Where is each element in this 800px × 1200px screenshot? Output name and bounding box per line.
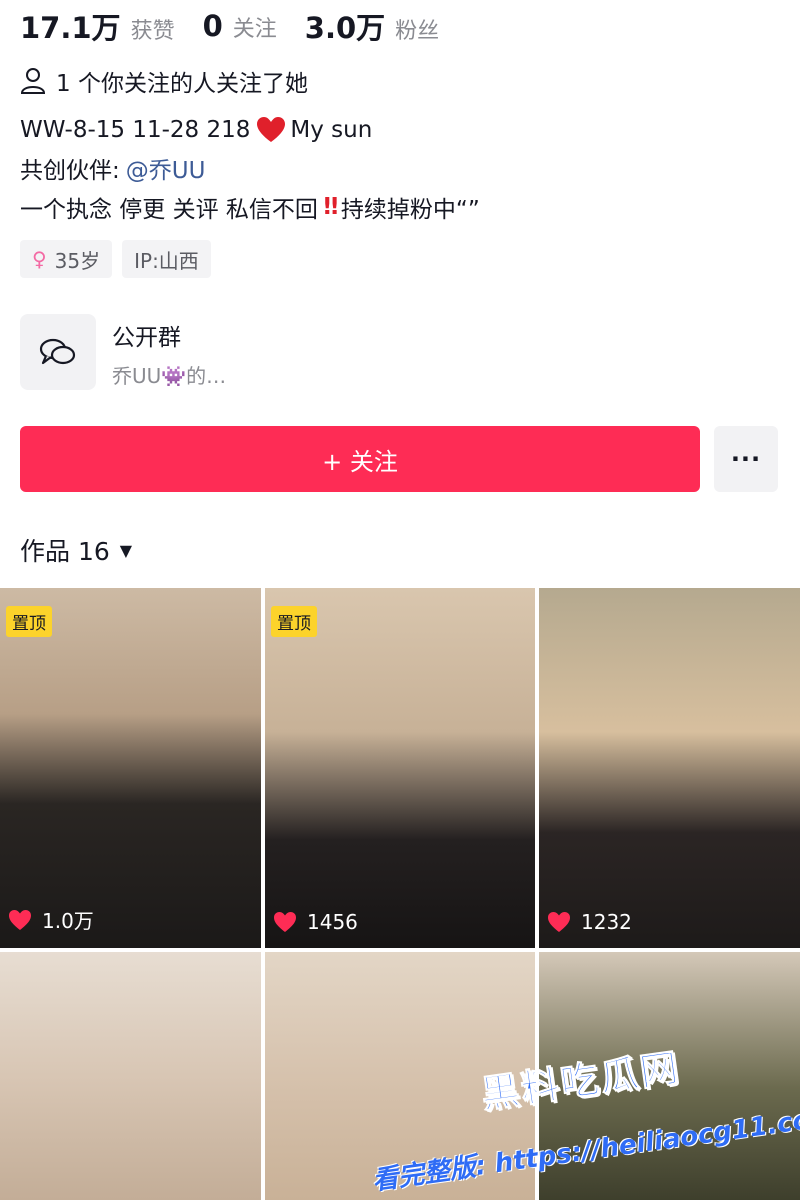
bio-line-3-tail: 持续掉粉中“” <box>340 197 480 223</box>
group-title: 公开群 <box>112 325 181 351</box>
double-exclamation-icon: !! <box>321 194 340 220</box>
stat-likes-label: 获赞 <box>130 19 175 44</box>
female-icon: ♀ <box>32 247 47 271</box>
video-likes: 1232 <box>547 910 632 934</box>
video-likes-count: 1.0万 <box>42 909 94 933</box>
stat-followers[interactable]: 3.0万 粉丝 <box>305 5 439 47</box>
thumbnail-image <box>539 588 800 948</box>
site-watermark: 黑料吃瓜网 看完整版: https://heiliaocg11.com <box>370 1045 800 1200</box>
age-tag: ♀ 35岁 <box>20 240 113 278</box>
heart-icon <box>548 912 570 932</box>
stat-followers-value: 3.0万 <box>304 11 386 45</box>
video-thumbnail[interactable] <box>0 952 261 1200</box>
caret-down-icon: ▼ <box>119 540 133 560</box>
thumbnail-image <box>265 588 535 948</box>
stat-following-label: 关注 <box>232 17 277 42</box>
video-thumbnail[interactable]: 置顶 1.0万 <box>0 588 261 948</box>
video-likes: 1456 <box>273 910 358 934</box>
mutual-follow-text: 1 个你关注的人关注了她 <box>56 71 308 97</box>
age-tag-text: 35岁 <box>54 248 101 273</box>
watermark-url: 看完整版: https://heiliaocg11.com <box>370 1101 800 1197</box>
video-likes-count: 1232 <box>581 910 632 934</box>
heart-icon <box>9 909 31 930</box>
group-text: 公开群 乔UU👾的… <box>112 314 226 390</box>
stat-following[interactable]: 0 关注 <box>203 9 277 43</box>
stat-followers-label: 粉丝 <box>395 19 440 44</box>
person-icon <box>20 68 46 94</box>
stat-likes-value: 17.1万 <box>20 11 121 45</box>
chat-bubbles-icon <box>39 338 76 365</box>
bio-line-3-text: 一个执念 停更 关评 私信不回 <box>20 197 318 223</box>
co-creator-mention[interactable]: @乔UU <box>126 151 206 185</box>
stat-likes[interactable]: 17.1万 获赞 <box>20 5 175 47</box>
bio-line-3: 一个执念 停更 关评 私信不回 !! 持续掉粉中“” <box>20 190 480 224</box>
video-thumbnail[interactable]: 1232 <box>539 588 800 948</box>
profile-tags: ♀ 35岁 IP:山西 <box>20 240 221 278</box>
more-options-button[interactable]: ··· <box>714 426 778 492</box>
red-heart-icon <box>257 117 286 142</box>
bio-line-1-text: WW-8-15 11-28 218 <box>20 117 251 143</box>
stat-following-value: 0 <box>202 9 223 43</box>
works-label: 作品 16 <box>20 537 110 566</box>
pinned-badge: 置顶 <box>6 606 52 637</box>
public-group-entry[interactable]: 公开群 乔UU👾的… <box>20 314 226 390</box>
ip-tag-text: IP:山西 <box>134 248 199 273</box>
video-likes-count: 1456 <box>307 910 358 934</box>
bio-line-1-tail: My sun <box>290 117 373 143</box>
co-creator-label: 共创伙伴: <box>20 158 120 184</box>
bio-line-2: 共创伙伴: @乔UU <box>20 151 205 185</box>
group-avatar <box>20 314 96 390</box>
bio-line-1: WW-8-15 11-28 218 My sun <box>20 113 372 147</box>
mutual-follow-note[interactable]: 1 个你关注的人关注了她 <box>20 64 308 98</box>
video-likes: 1.0万 <box>8 905 94 934</box>
profile-stats: 17.1万 获赞 0 关注 3.0万 粉丝 <box>20 6 467 46</box>
group-subtitle: 乔UU👾的… <box>112 364 227 388</box>
ip-tag: IP:山西 <box>122 240 211 278</box>
follow-button[interactable]: + 关注 <box>20 426 700 492</box>
pinned-badge: 置顶 <box>271 606 317 637</box>
video-thumbnail[interactable]: 置顶 1456 <box>265 588 535 948</box>
thumbnail-image <box>0 952 261 1200</box>
thumbnail-image <box>0 588 261 948</box>
works-tab[interactable]: 作品 16 ▼ <box>20 530 132 570</box>
heart-icon <box>274 912 296 932</box>
